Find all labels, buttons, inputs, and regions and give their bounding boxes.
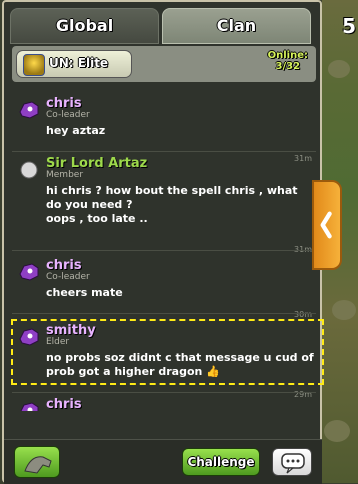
chat-button[interactable] bbox=[272, 448, 312, 476]
challenge-button[interactable]: Challenge bbox=[182, 448, 260, 476]
background-counter: 5 bbox=[342, 14, 356, 38]
shield-icon bbox=[20, 161, 38, 179]
message-text: hi chris ? how bout the spell chris , wh… bbox=[46, 184, 298, 225]
online-count: 3/32 bbox=[275, 61, 301, 72]
chat-bubble-icon bbox=[281, 453, 305, 474]
chevron-left-icon bbox=[320, 211, 332, 239]
bottom-bar: Challenge bbox=[4, 439, 322, 484]
clan-header: UN: Elite Online: 3/32 bbox=[12, 46, 316, 82]
online-status: Online: 3/32 bbox=[268, 50, 308, 72]
chat-message: chris Co-leader bbox=[12, 397, 316, 411]
chat-panel: Global Clan UN: Elite Online: 3/32 chris… bbox=[2, 0, 324, 484]
message-text: hey aztaz bbox=[46, 124, 106, 137]
divider bbox=[12, 313, 316, 314]
sender-name[interactable]: chris bbox=[46, 96, 82, 111]
chat-message: Sir Lord Artaz Member hi chris ? how bou… bbox=[12, 156, 316, 254]
clan-badge-icon bbox=[23, 54, 45, 76]
tab-bar: Global Clan bbox=[10, 8, 320, 44]
divider bbox=[12, 392, 316, 393]
message-time: 30m bbox=[294, 310, 312, 319]
statue-button[interactable] bbox=[14, 446, 60, 478]
tab-clan[interactable]: Clan bbox=[162, 8, 311, 44]
purple-skull-icon bbox=[19, 263, 39, 281]
purple-skull-icon bbox=[19, 101, 39, 119]
online-label: Online: bbox=[267, 50, 308, 61]
highlight-box bbox=[11, 319, 324, 385]
chat-message: chris Co-leader hey aztaz 31m bbox=[12, 96, 316, 163]
sender-name[interactable]: Sir Lord Artaz bbox=[46, 156, 147, 171]
divider bbox=[12, 151, 316, 152]
sender-name[interactable]: chris bbox=[46, 258, 82, 273]
message-text: cheers mate bbox=[46, 286, 123, 299]
clan-name: UN: Elite bbox=[49, 56, 109, 70]
challenge-label: Challenge bbox=[187, 455, 255, 469]
sender-role: Co-leader bbox=[46, 272, 90, 282]
clan-button[interactable]: UN: Elite bbox=[16, 50, 132, 78]
tab-global[interactable]: Global bbox=[10, 8, 159, 44]
collapse-tab[interactable] bbox=[312, 180, 342, 270]
sender-role: Co-leader bbox=[46, 110, 90, 120]
purple-skull-icon bbox=[20, 402, 39, 411]
divider bbox=[12, 250, 316, 251]
statue-icon bbox=[24, 456, 52, 474]
sender-role: Member bbox=[46, 170, 84, 180]
sender-name[interactable]: chris bbox=[46, 397, 82, 411]
chat-message: chris Co-leader cheers mate 30m bbox=[12, 258, 316, 319]
